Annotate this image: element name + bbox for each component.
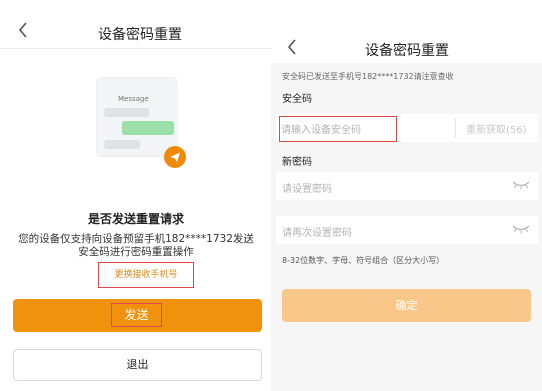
- message-bubble-grey: [104, 108, 149, 117]
- question-title: 是否发送重置请求: [87, 212, 184, 226]
- message-bubble-grey: [104, 140, 140, 149]
- security-code-highlight: [279, 116, 397, 142]
- eye-closed-icon[interactable]: [512, 224, 530, 237]
- exit-button[interactable]: 退出: [13, 349, 262, 381]
- resend-code-button[interactable]: 重新获取(56): [466, 121, 527, 136]
- page-title: 设备密码重置: [98, 27, 182, 43]
- back-icon[interactable]: [18, 22, 28, 42]
- confirm-button[interactable]: 确定: [282, 289, 531, 322]
- change-phone-link[interactable]: 更换接收手机号: [98, 262, 194, 288]
- description-line-2: 安全码进行密码重置操作: [78, 246, 194, 258]
- field-divider: [455, 118, 456, 138]
- send-plane-icon: [164, 146, 186, 168]
- back-icon[interactable]: [287, 39, 297, 59]
- password-hint: 8-32位数字、字母、符号组合（区分大小写）: [282, 256, 445, 265]
- message-label: Message: [118, 95, 149, 103]
- security-code-label: 安全码: [282, 94, 312, 105]
- page-title: 设备密码重置: [365, 43, 449, 59]
- eye-closed-icon[interactable]: [512, 180, 530, 193]
- confirm-password-input[interactable]: 请再次设置密码: [282, 224, 352, 239]
- send-button-label[interactable]: 发送: [111, 303, 162, 327]
- new-password-input[interactable]: 请设置密码: [282, 180, 332, 195]
- new-password-label: 新密码: [282, 157, 312, 168]
- header-divider: [0, 48, 271, 49]
- message-bubble-green: [122, 121, 174, 135]
- sent-notice: 安全码已发送至手机号182****1732请注意查收: [282, 72, 454, 81]
